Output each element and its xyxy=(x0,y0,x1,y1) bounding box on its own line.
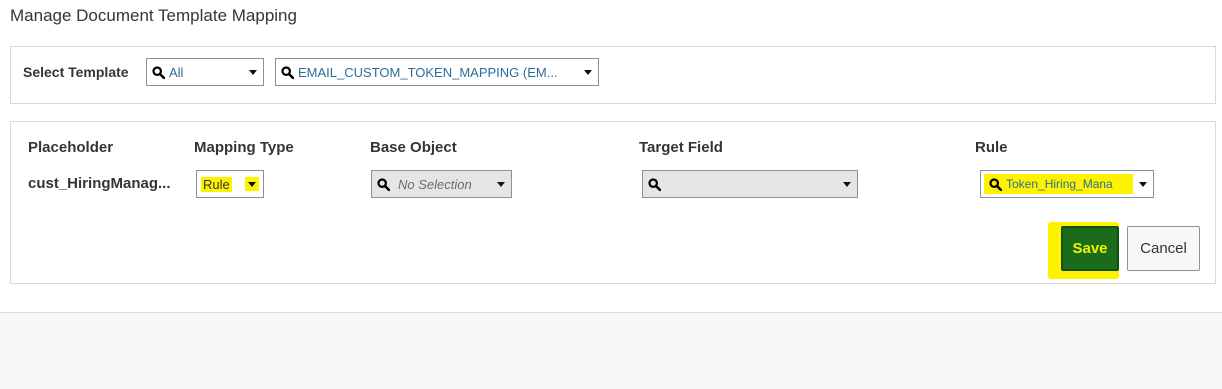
base-object-value: No Selection xyxy=(398,176,472,192)
placeholder-value: cust_HiringManag... xyxy=(28,175,171,192)
rule-select[interactable]: Token_Hiring_Mana xyxy=(980,170,1154,198)
select-template-label: Select Template xyxy=(23,64,129,80)
column-header-mapping-type: Mapping Type xyxy=(194,139,294,156)
chevron-down-icon[interactable] xyxy=(1133,181,1153,187)
chevron-down-icon[interactable] xyxy=(578,69,598,75)
chevron-down-icon[interactable] xyxy=(243,69,263,75)
footer-area xyxy=(0,313,1222,389)
rule-value: Token_Hiring_Mana xyxy=(1006,177,1113,191)
target-field-select[interactable] xyxy=(642,170,858,198)
template-category-value: All xyxy=(169,64,184,80)
search-icon xyxy=(372,177,394,191)
column-header-placeholder: Placeholder xyxy=(28,139,114,156)
mapping-type-select[interactable]: Rule xyxy=(196,170,264,198)
chevron-down-icon[interactable] xyxy=(245,177,259,191)
cancel-button[interactable]: Cancel xyxy=(1127,226,1200,271)
chevron-down-icon[interactable] xyxy=(837,181,857,187)
search-icon xyxy=(643,177,665,191)
template-select-value: EMAIL_CUSTOM_TOKEN_MAPPING (EM... xyxy=(298,64,558,80)
template-category-select[interactable]: All xyxy=(146,58,264,86)
chevron-down-icon[interactable] xyxy=(491,181,511,187)
mapping-type-value: Rule xyxy=(201,176,232,192)
search-icon xyxy=(147,65,169,79)
template-select[interactable]: EMAIL_CUSTOM_TOKEN_MAPPING (EM... xyxy=(275,58,599,86)
search-icon xyxy=(984,177,1006,191)
base-object-select[interactable]: No Selection xyxy=(371,170,512,198)
column-header-base-object: Base Object xyxy=(370,139,457,156)
search-icon xyxy=(276,65,298,79)
page-title: Manage Document Template Mapping xyxy=(10,6,297,25)
column-header-rule: Rule xyxy=(975,139,1008,156)
save-button[interactable]: Save xyxy=(1061,226,1119,271)
column-header-target-field: Target Field xyxy=(639,139,723,156)
mapping-panel xyxy=(10,121,1216,284)
